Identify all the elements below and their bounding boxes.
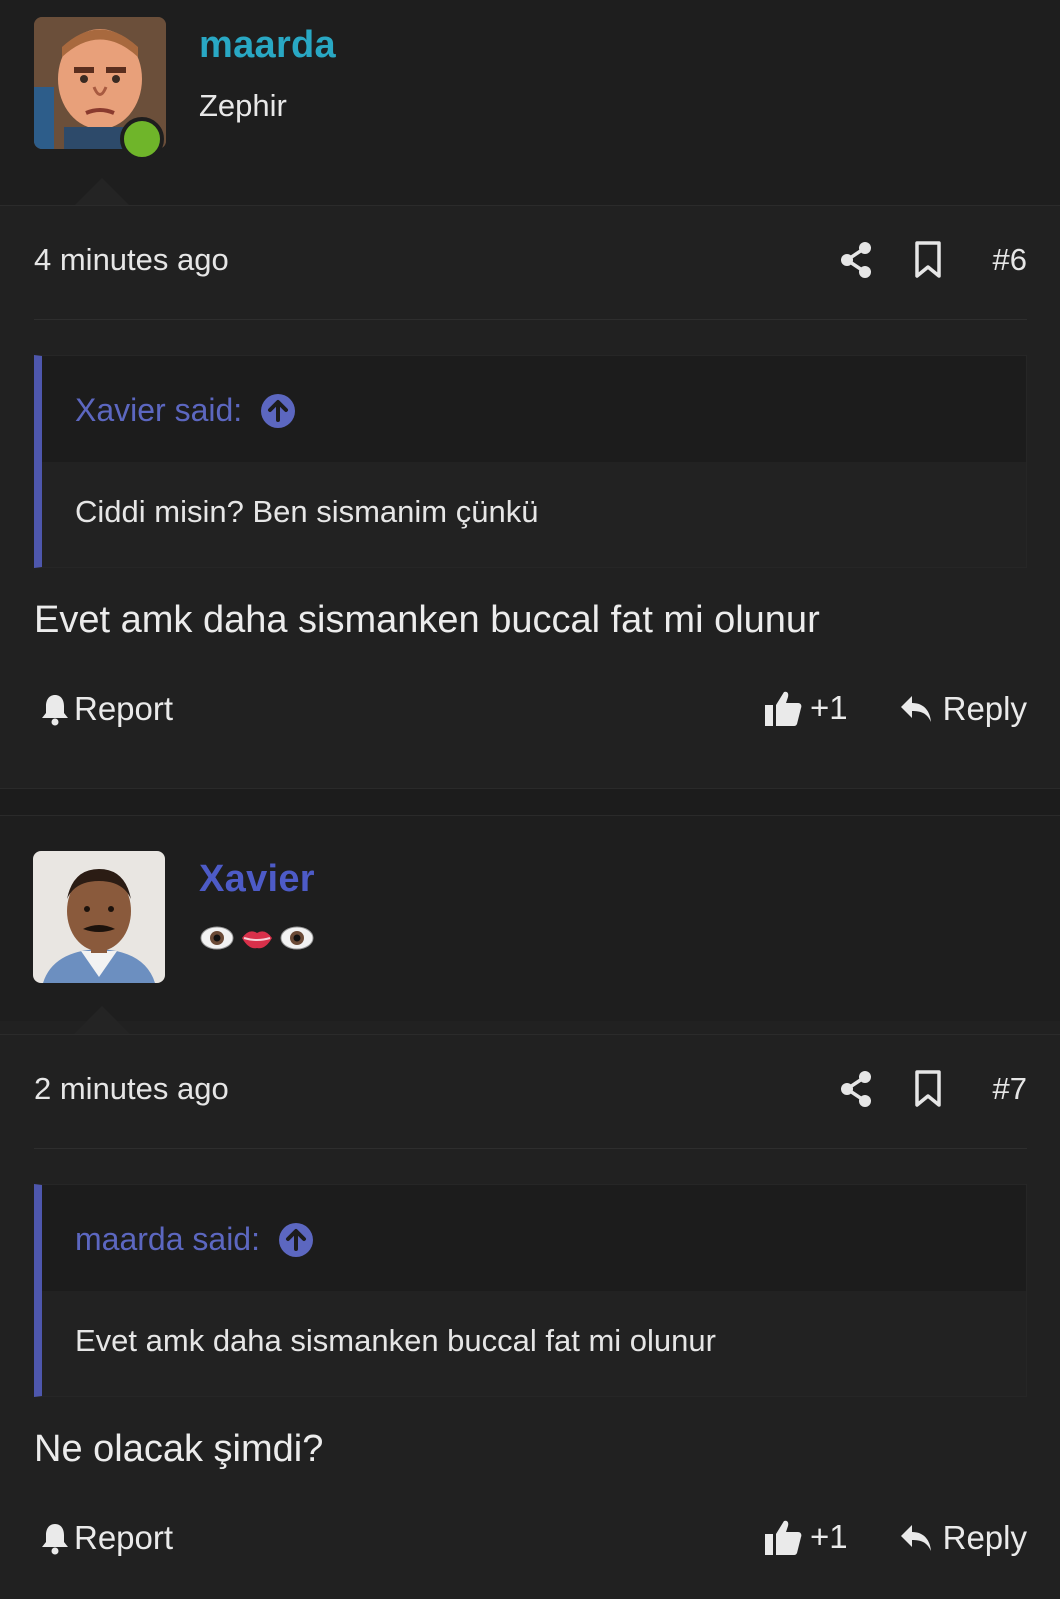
post-message: Ne olacak şimdi? <box>34 1428 324 1470</box>
message-arrow <box>74 1006 130 1034</box>
like-count: +1 <box>810 1518 848 1555</box>
quote-content: Ciddi misin? Ben sismanim çünkü <box>42 462 1026 567</box>
quote-author-label: maarda said: <box>75 1221 260 1257</box>
report-label: Report <box>74 690 174 727</box>
quote-header: Xavier said: <box>42 356 1026 462</box>
post-body: 4 minutes ago #6 Xavier said: Ciddi misi… <box>0 205 1060 790</box>
eye-icon <box>280 926 314 950</box>
post-actions: Report +1 Reply <box>34 686 1027 746</box>
post-number[interactable]: #6 <box>993 242 1027 278</box>
post: maarda Zephir 4 minutes ago #6 Xavier sa… <box>0 0 1060 790</box>
online-status-indicator <box>120 117 164 161</box>
quote-author-link[interactable]: maarda said: <box>75 1221 314 1258</box>
reply-button[interactable]: Reply <box>899 1519 1027 1557</box>
reply-label: Reply <box>942 690 1027 727</box>
share-icon[interactable] <box>838 240 874 280</box>
post-timestamp[interactable]: 2 minutes ago <box>34 1071 229 1107</box>
quote-author-label: Xavier said: <box>75 392 243 428</box>
avatar[interactable] <box>33 851 165 983</box>
bell-icon <box>42 695 68 726</box>
thumbs-up-icon <box>765 1520 802 1555</box>
post-number[interactable]: #7 <box>993 1071 1027 1107</box>
quote-block: Xavier said: Ciddi misin? Ben sismanim ç… <box>34 355 1027 568</box>
thumbs-up-icon <box>765 691 802 726</box>
reply-label: Reply <box>942 1519 1027 1556</box>
post-actions: Report +1 Reply <box>34 1515 1027 1575</box>
share-icon[interactable] <box>838 1069 874 1109</box>
post-user-block: Xavier <box>0 816 1060 1034</box>
like-button[interactable]: +1 <box>764 1517 848 1557</box>
user-title: Zephir <box>199 88 287 123</box>
reply-button[interactable]: Reply <box>899 690 1027 728</box>
like-button[interactable]: +1 <box>764 688 848 728</box>
post-message: Evet amk daha sismanken buccal fat mi ol… <box>34 599 820 641</box>
report-button[interactable]: Report <box>40 690 173 728</box>
post-timestamp[interactable]: 4 minutes ago <box>34 242 229 278</box>
post-user-block: maarda Zephir <box>0 0 1060 206</box>
username[interactable]: Xavier <box>199 858 315 901</box>
post-separator <box>0 788 1060 816</box>
bookmark-icon[interactable] <box>913 240 943 280</box>
post: Xavier 2 minutes ago #7 maarda said: Eve… <box>0 816 1060 1599</box>
report-label: Report <box>74 1519 174 1556</box>
eye-icon <box>200 926 234 950</box>
post-body: 2 minutes ago #7 maarda said: Evet amk d… <box>0 1034 1060 1599</box>
lips-icon <box>242 931 272 949</box>
quote-block: maarda said: Evet amk daha sismanken buc… <box>34 1184 1027 1397</box>
quote-content: Evet amk daha sismanken buccal fat mi ol… <box>42 1291 1026 1396</box>
report-button[interactable]: Report <box>40 1519 173 1557</box>
quote-text: Ciddi misin? Ben sismanim çünkü <box>75 494 539 529</box>
bookmark-icon[interactable] <box>913 1069 943 1109</box>
arrow-up-circle-icon[interactable] <box>278 1222 314 1258</box>
user-title <box>199 920 315 956</box>
username[interactable]: maarda <box>199 24 336 67</box>
reply-icon <box>900 696 931 722</box>
reply-icon <box>900 1525 931 1551</box>
quote-header: maarda said: <box>42 1185 1026 1291</box>
quote-text: Evet amk daha sismanken buccal fat mi ol… <box>75 1323 716 1358</box>
like-count: +1 <box>810 689 848 726</box>
quote-author-link[interactable]: Xavier said: <box>75 392 296 429</box>
arrow-up-circle-icon[interactable] <box>260 393 296 429</box>
post-meta-row: 4 minutes ago #6 <box>34 206 1027 320</box>
message-arrow <box>74 178 130 206</box>
bell-icon <box>42 1524 68 1555</box>
post-meta-row: 2 minutes ago #7 <box>34 1035 1027 1149</box>
